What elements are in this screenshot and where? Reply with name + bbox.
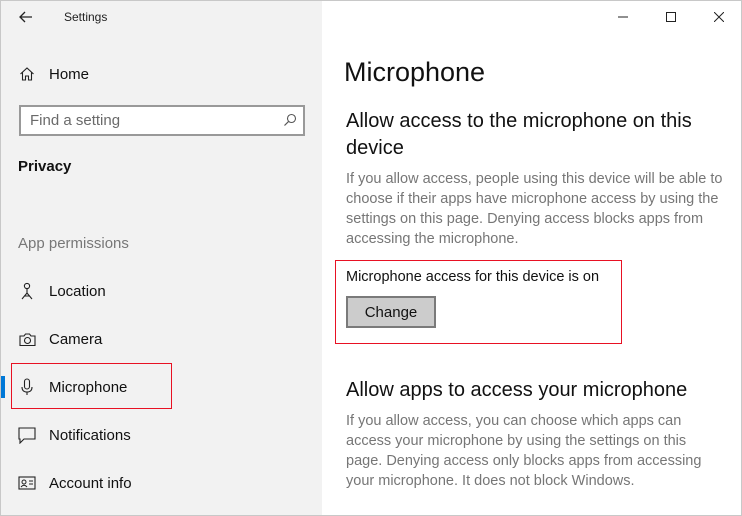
back-arrow-icon bbox=[19, 11, 32, 23]
minimize-icon bbox=[618, 16, 628, 18]
close-icon bbox=[714, 12, 724, 22]
sidebar-item-label: Account info bbox=[49, 474, 132, 492]
search-box[interactable] bbox=[19, 105, 305, 136]
group-label: App permissions bbox=[18, 235, 129, 252]
camera-icon bbox=[18, 330, 36, 348]
sidebar-item-label: Location bbox=[49, 282, 106, 300]
section-description-device-access: If you allow access, people using this d… bbox=[346, 171, 723, 247]
section-header-privacy: Privacy bbox=[18, 158, 72, 175]
section-heading-device-access: Allow access to the microphone on this d… bbox=[346, 110, 692, 159]
back-button[interactable] bbox=[15, 7, 37, 27]
app-title: Settings bbox=[64, 10, 108, 24]
sidebar: Settings Home Privacy App permissions bbox=[1, 1, 322, 515]
device-access-status: Microphone access for this device is on bbox=[346, 269, 600, 285]
maximize-button[interactable] bbox=[647, 1, 695, 33]
settings-window: Settings Home Privacy App permissions bbox=[0, 0, 742, 516]
notifications-icon bbox=[18, 426, 36, 444]
close-button[interactable] bbox=[695, 1, 741, 33]
window-controls bbox=[599, 1, 741, 33]
home-icon bbox=[18, 65, 36, 83]
sidebar-item-location[interactable]: Location bbox=[1, 271, 322, 311]
minimize-button[interactable] bbox=[599, 1, 647, 33]
main-content: Microphone Allow access to the microphon… bbox=[322, 1, 741, 515]
sidebar-item-label: Camera bbox=[49, 330, 103, 348]
sidebar-item-camera[interactable]: Camera bbox=[1, 319, 322, 359]
change-button[interactable]: Change bbox=[346, 296, 436, 328]
home-label: Home bbox=[49, 65, 90, 83]
location-icon bbox=[18, 282, 36, 300]
search-input[interactable] bbox=[21, 107, 271, 134]
sidebar-item-label: Notifications bbox=[49, 426, 131, 444]
sidebar-item-home[interactable]: Home bbox=[1, 54, 322, 94]
maximize-icon bbox=[666, 12, 676, 22]
search-icon[interactable] bbox=[283, 113, 297, 127]
page-title: Microphone bbox=[344, 57, 486, 87]
sidebar-item-account-info[interactable]: Account info bbox=[1, 463, 322, 503]
section-heading-app-access: Allow apps to access your microphone bbox=[346, 379, 688, 401]
section-description-app-access: If you allow access, you can choose whic… bbox=[346, 413, 702, 489]
microphone-highlight-box bbox=[11, 363, 172, 409]
account-info-icon bbox=[18, 474, 36, 492]
sidebar-item-notifications[interactable]: Notifications bbox=[1, 415, 322, 455]
